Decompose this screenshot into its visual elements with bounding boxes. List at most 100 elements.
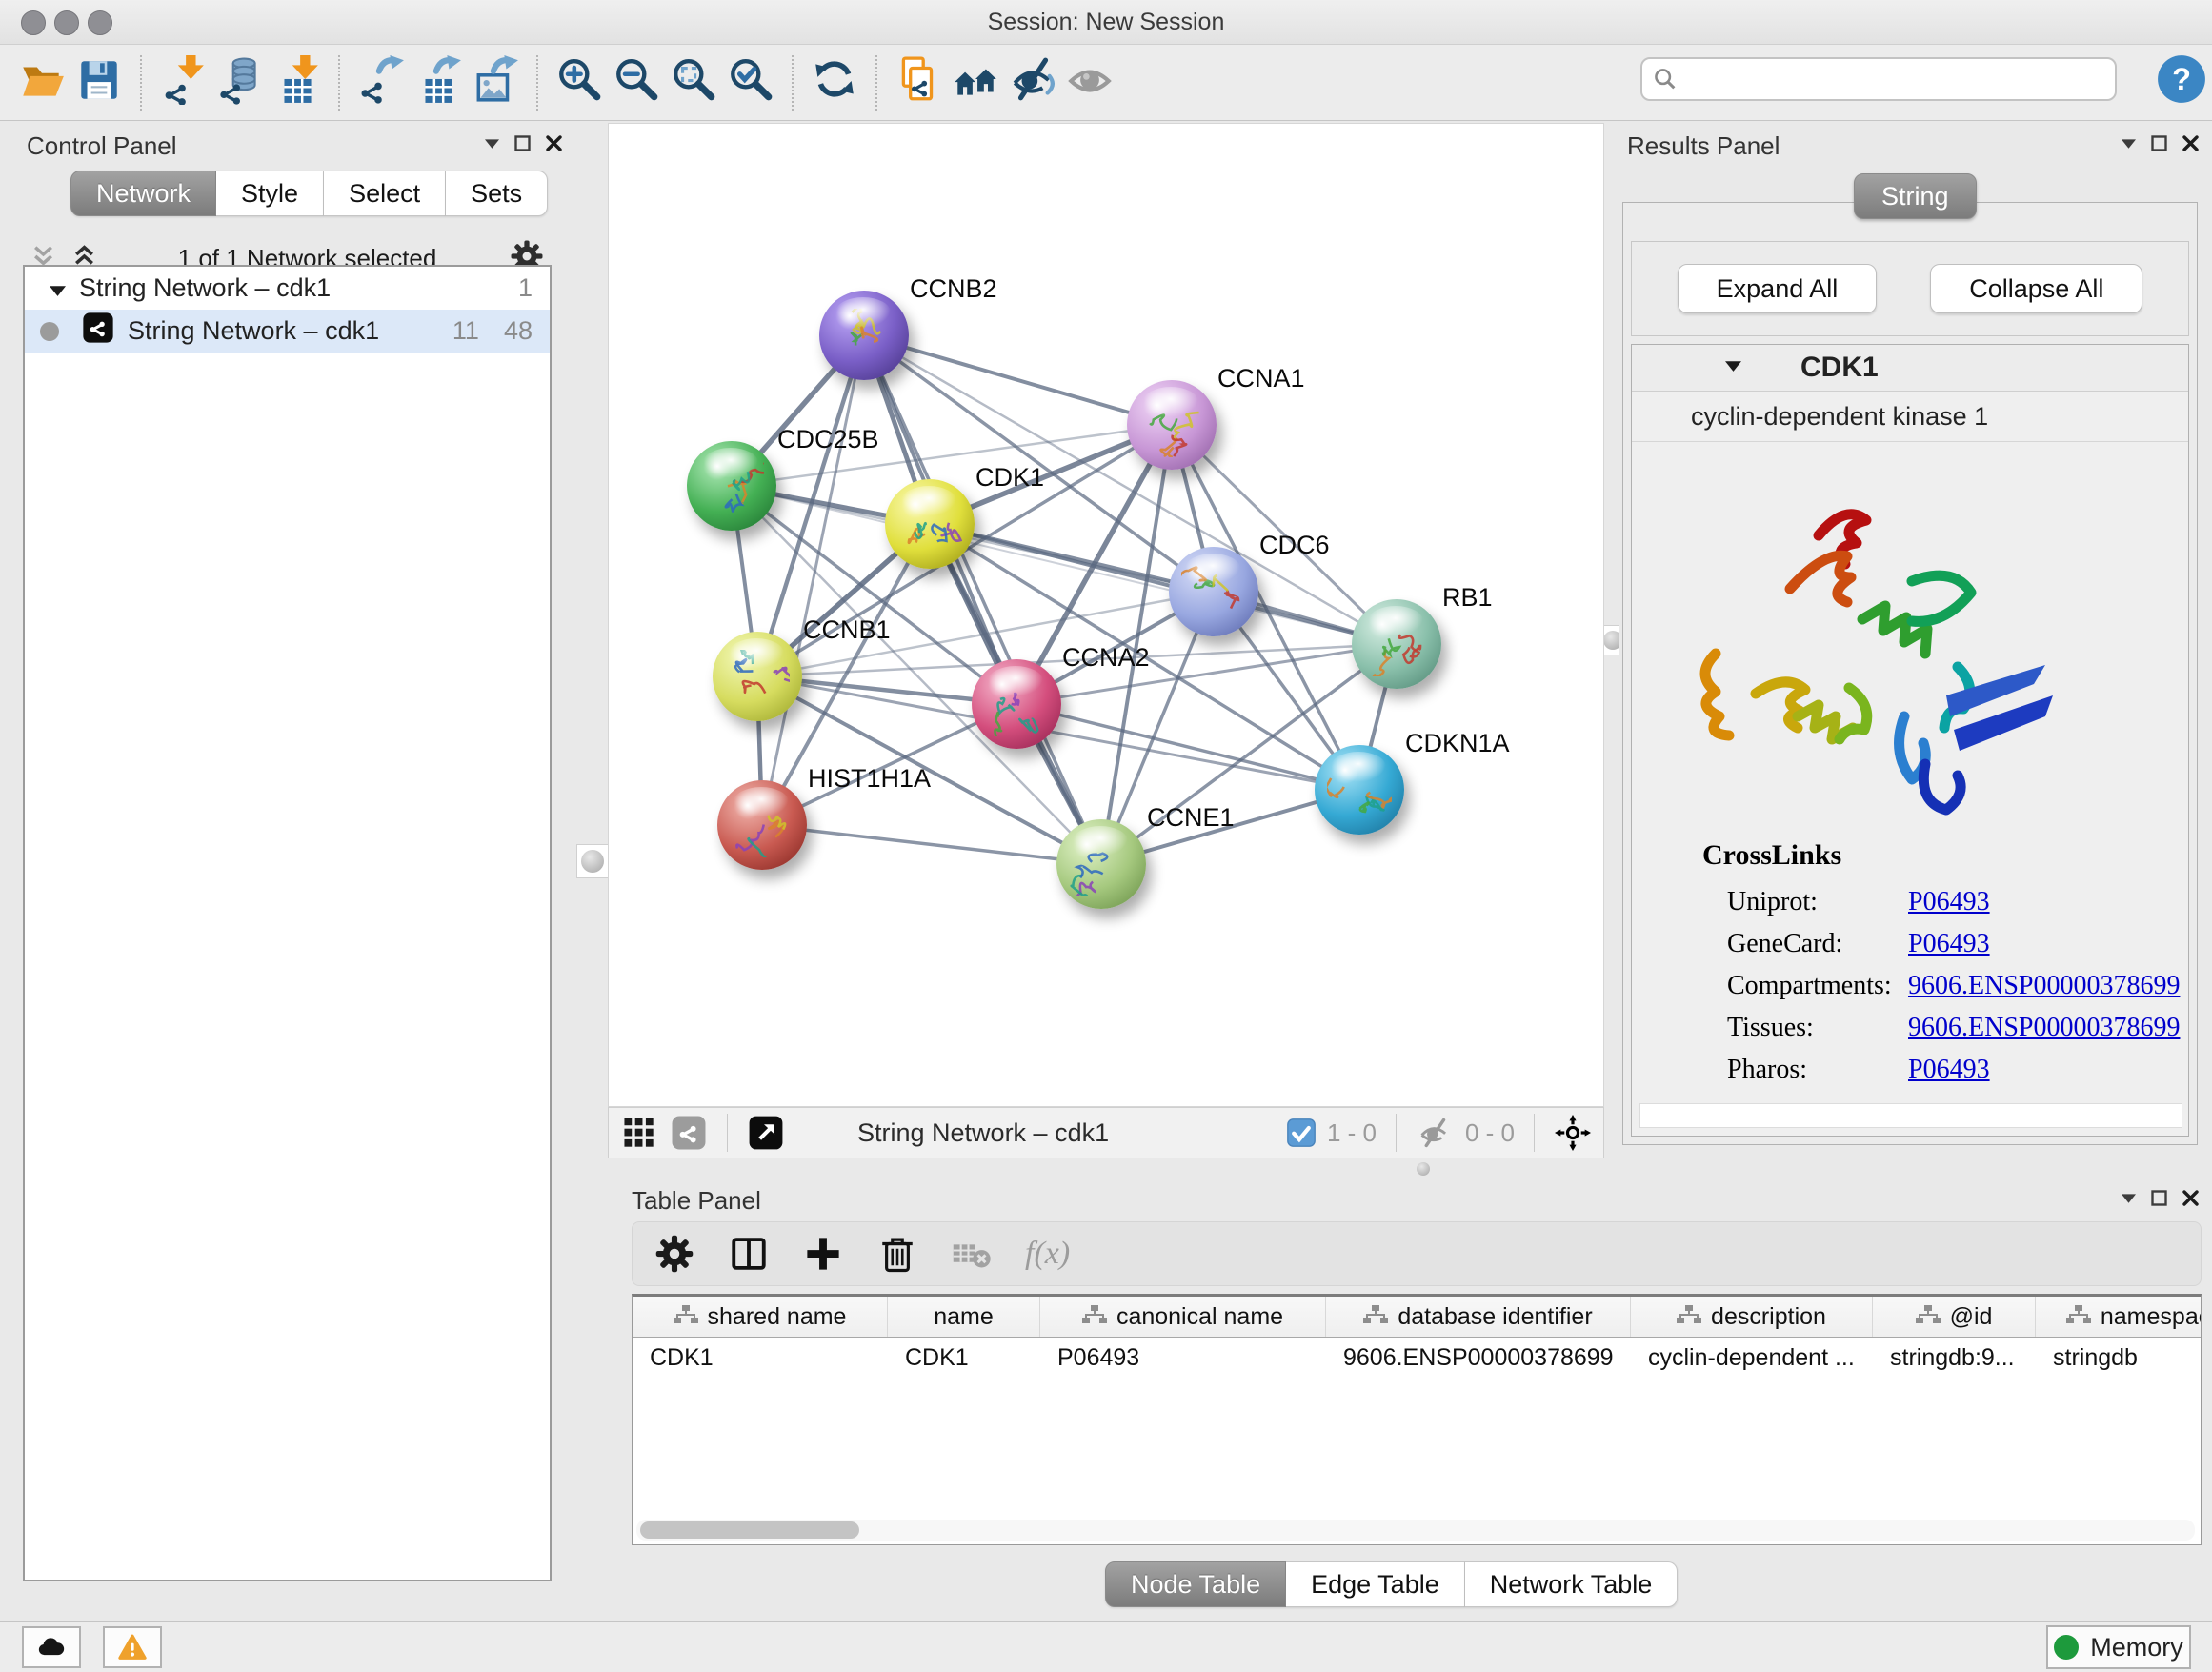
table-cell[interactable]: 9606.ENSP00000378699: [1326, 1338, 1631, 1378]
copy-share-button[interactable]: [890, 53, 947, 112]
network-edge[interactable]: [864, 335, 1172, 425]
tab-sets[interactable]: Sets: [446, 171, 548, 216]
show-columns-icon[interactable]: [728, 1233, 770, 1275]
network-node-ccna2[interactable]: [972, 659, 1061, 749]
network-node-cdc25b[interactable]: [687, 441, 776, 531]
table-cell[interactable]: P06493: [1040, 1338, 1326, 1378]
string-view-icon[interactable]: [668, 1112, 710, 1154]
search-input[interactable]: [1640, 57, 2117, 101]
panel-float-icon[interactable]: [514, 135, 531, 151]
crosslink-link[interactable]: P06493: [1908, 1055, 1990, 1084]
zoom-fit-button[interactable]: [665, 53, 722, 112]
left-splitter[interactable]: [573, 122, 608, 1620]
protein-thumbnail: [1139, 398, 1204, 457]
crosslink-link[interactable]: 9606.ENSP00000378699: [1908, 971, 2180, 1000]
panel-close-icon[interactable]: [2182, 135, 2199, 151]
import-database-button[interactable]: [211, 53, 269, 112]
table-row[interactable]: CDK1CDK1P064939606.ENSP00000378699cyclin…: [633, 1338, 2201, 1378]
right-splitter[interactable]: [1604, 122, 1619, 1178]
crosslink-link[interactable]: P06493: [1908, 887, 1990, 917]
panel-float-icon[interactable]: [2151, 1190, 2167, 1206]
network-collection-row[interactable]: String Network – cdk1 1: [25, 267, 550, 310]
expand-all-button[interactable]: Expand All: [1678, 264, 1878, 313]
open-folder-button[interactable]: [13, 53, 70, 112]
first-neighbors-button[interactable]: [947, 53, 1004, 112]
collection-expander-icon[interactable]: [50, 273, 66, 303]
network-row[interactable]: String Network – cdk1 11 48: [25, 310, 550, 353]
table-cell[interactable]: cyclin-dependent ...: [1631, 1338, 1873, 1378]
network-node-ccnb2[interactable]: [819, 291, 909, 380]
network-node-hist1h1a[interactable]: [717, 780, 807, 870]
add-column-icon[interactable]: [802, 1233, 844, 1275]
column-header-shared-name[interactable]: shared name: [633, 1297, 888, 1337]
column-header-database-identifier[interactable]: database identifier: [1326, 1297, 1631, 1337]
export-table-button[interactable]: [410, 53, 467, 112]
birdseye-icon[interactable]: [1552, 1112, 1594, 1154]
delete-column-icon[interactable]: [876, 1233, 918, 1275]
tab-string[interactable]: String: [1854, 173, 1977, 219]
tab-node-table[interactable]: Node Table: [1105, 1561, 1286, 1607]
detach-view-icon[interactable]: [745, 1112, 787, 1154]
tab-select[interactable]: Select: [324, 171, 446, 216]
grid-view-icon[interactable]: [618, 1112, 660, 1154]
column-header-description[interactable]: description: [1631, 1297, 1873, 1337]
zoom-selected-button[interactable]: [722, 53, 779, 112]
column-header-name[interactable]: name: [888, 1297, 1040, 1337]
crosslink-link[interactable]: P06493: [1908, 929, 1990, 958]
panel-close-icon[interactable]: [2182, 1190, 2199, 1206]
network-node-cdc6[interactable]: [1169, 547, 1258, 636]
title-bar: Session: New Session: [0, 0, 2212, 45]
results-scrollbar[interactable]: [1639, 1103, 2182, 1128]
network-node-ccnb1[interactable]: [713, 632, 802, 721]
export-network-button[interactable]: [352, 53, 410, 112]
network-node-rb1[interactable]: [1352, 599, 1441, 689]
panel-collapse-icon[interactable]: [485, 139, 499, 149]
left-splitter-grip[interactable]: [576, 844, 609, 878]
hide-selected-button[interactable]: [1004, 53, 1061, 112]
table-cell[interactable]: stringdb:9...: [1873, 1338, 2036, 1378]
table-settings-gear-icon[interactable]: [654, 1233, 695, 1275]
network-node-ccne1[interactable]: [1056, 819, 1146, 909]
column-header-namespace[interactable]: namespace: [2036, 1297, 2202, 1337]
network-edge[interactable]: [1016, 704, 1359, 790]
panel-close-icon[interactable]: [546, 135, 562, 151]
table-h-scrollbar-thumb[interactable]: [640, 1521, 859, 1539]
import-table-button[interactable]: [269, 53, 326, 112]
tab-network-table[interactable]: Network Table: [1465, 1561, 1679, 1607]
network-edge[interactable]: [762, 825, 1101, 864]
table-cell[interactable]: stringdb: [2036, 1338, 2202, 1378]
table-h-scrollbar[interactable]: [636, 1520, 2195, 1541]
save-button[interactable]: [70, 53, 128, 112]
network-node-cdk1[interactable]: [885, 479, 975, 569]
panel-collapse-icon[interactable]: [2122, 1194, 2136, 1203]
warning-status-button[interactable]: [103, 1626, 162, 1668]
network-edge[interactable]: [762, 335, 864, 825]
cloud-status-button[interactable]: [22, 1626, 81, 1668]
export-image-button[interactable]: [467, 53, 524, 112]
crosslink-link[interactable]: 9606.ENSP00000378699: [1908, 1013, 2180, 1042]
table-cell[interactable]: CDK1: [888, 1338, 1040, 1378]
network-node-cdkn1a[interactable]: [1315, 745, 1404, 835]
memory-button[interactable]: Memory: [2046, 1625, 2191, 1669]
refresh-button[interactable]: [806, 53, 863, 112]
zoom-out-button[interactable]: [608, 53, 665, 112]
help-button[interactable]: ?: [2157, 54, 2206, 104]
tab-style[interactable]: Style: [216, 171, 324, 216]
network-node-ccna1[interactable]: [1127, 380, 1217, 470]
show-all-button[interactable]: [1061, 53, 1118, 112]
import-network-button[interactable]: [154, 53, 211, 112]
protein-section-header[interactable]: CDK1: [1632, 345, 2188, 392]
table-cell[interactable]: CDK1: [633, 1338, 888, 1378]
selected-checkbox-icon[interactable]: [1285, 1112, 1317, 1154]
tab-network[interactable]: Network: [70, 171, 216, 216]
protein-expander-icon[interactable]: [1725, 359, 1741, 376]
zoom-in-button[interactable]: [551, 53, 608, 112]
column-header-at-id[interactable]: @id: [1873, 1297, 2036, 1337]
network-canvas[interactable]: CCNB2CCNA1CDC25BCDK1CDC6RB1CCNB1CCNA2CDK…: [608, 123, 1604, 1107]
panel-float-icon[interactable]: [2151, 135, 2167, 151]
panel-collapse-icon[interactable]: [2122, 139, 2136, 149]
tab-edge-table[interactable]: Edge Table: [1286, 1561, 1465, 1607]
collapse-all-button[interactable]: Collapse All: [1930, 264, 2142, 313]
bottom-splitter-grip[interactable]: [1417, 1162, 1430, 1176]
column-header-canonical-name[interactable]: canonical name: [1040, 1297, 1326, 1337]
